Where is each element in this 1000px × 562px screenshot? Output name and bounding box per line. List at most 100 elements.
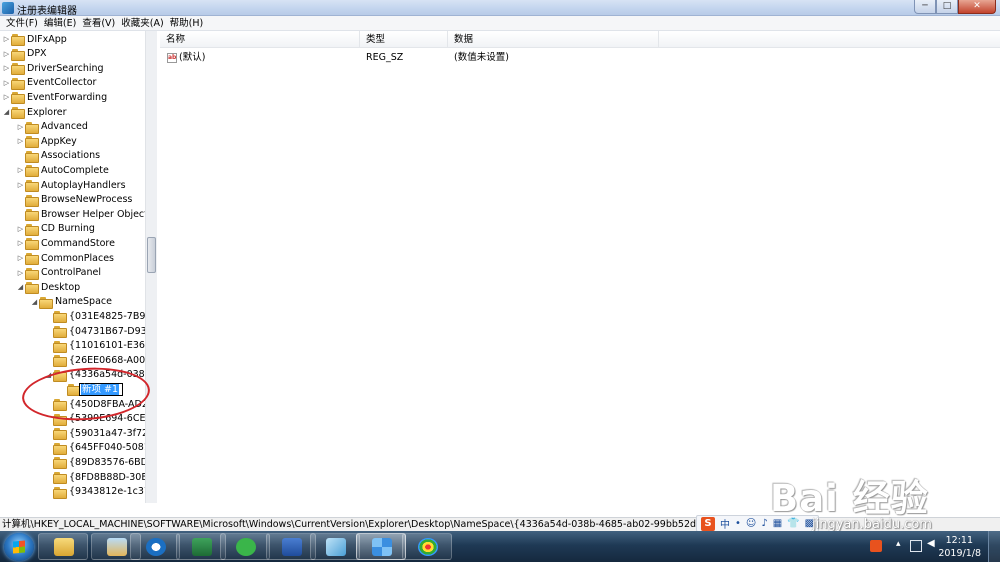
- system-tray: ▴ ◀ 12:11 2019/1/8: [855, 531, 1000, 562]
- ime-mode[interactable]: 中: [720, 516, 730, 531]
- ime-toolbar[interactable]: S 中 • ☺ ♪ ▦ 👕 ▩: [696, 515, 820, 532]
- expand-icon[interactable]: ▷: [16, 181, 25, 189]
- taskbar-app-excel[interactable]: [176, 533, 226, 560]
- show-desktop-button[interactable]: [988, 531, 1000, 562]
- clock-date[interactable]: 2019/1/8: [938, 548, 981, 559]
- taskbar-app-word[interactable]: [266, 533, 316, 560]
- tree-item-label: {4336a54d-038b-4: [69, 369, 157, 381]
- tree-item-label: Associations: [41, 150, 101, 162]
- sogou-logo-icon[interactable]: S: [701, 516, 715, 531]
- tree-item[interactable]: {04731B67-D933-4: [44, 324, 156, 338]
- tree-item[interactable]: ▷ DriverSearching: [2, 61, 104, 76]
- tree-item[interactable]: ▷ DIFxApp: [2, 32, 67, 46]
- expand-icon[interactable]: ▷: [16, 123, 25, 131]
- tree-item[interactable]: {031E4825-7B94-4: [44, 309, 156, 324]
- tree-item[interactable]: ▷ AppKey: [16, 134, 77, 149]
- tree-item[interactable]: ◢ {4336a54d-038b-4: [44, 368, 157, 382]
- volume-icon[interactable]: ◀: [927, 538, 939, 550]
- tree-item[interactable]: ▷ CD Burning: [16, 222, 95, 236]
- tree-item[interactable]: {8FD8B88D-30E1-: [44, 470, 156, 484]
- tree-item[interactable]: ◢ Explorer: [2, 105, 67, 119]
- tree-item[interactable]: BrowseNewProcess: [16, 193, 132, 207]
- network-icon[interactable]: [910, 540, 922, 552]
- expand-icon[interactable]: ▷: [16, 269, 25, 277]
- tree-item[interactable]: {59031a47-3f72-4: [44, 426, 156, 441]
- sogou-icon: [146, 538, 166, 556]
- tree-item[interactable]: ▷ ControlPanel: [16, 266, 101, 280]
- skin-icon[interactable]: 👕: [787, 518, 799, 529]
- tree-item[interactable]: ▷ EventForwarding: [2, 90, 107, 105]
- tree-item[interactable]: ▷ CommandStore: [16, 236, 115, 251]
- tree-item[interactable]: Associations: [16, 149, 100, 163]
- collapse-icon[interactable]: ◢: [30, 298, 39, 306]
- taskbar-app-folder[interactable]: [38, 533, 88, 560]
- mic-icon[interactable]: ♪: [761, 518, 767, 529]
- expand-icon[interactable]: ▷: [2, 50, 11, 58]
- taskbar-app-regedit[interactable]: [356, 533, 406, 560]
- tree-item-label: {89D83576-6BD1-: [69, 456, 157, 468]
- folder-icon: [39, 296, 53, 309]
- collapse-icon[interactable]: ◢: [2, 108, 11, 116]
- column-data[interactable]: 数据: [448, 31, 659, 48]
- emoji-icon[interactable]: ☺: [746, 518, 756, 529]
- tree-item[interactable]: {5399E694-6CE5-4: [44, 412, 156, 426]
- menu-edit[interactable]: 编辑(E): [41, 16, 79, 30]
- menu-file[interactable]: 文件(F): [3, 16, 41, 30]
- tree-item[interactable]: {89D83576-6BD1-: [44, 455, 157, 470]
- taskbar-app-sogou[interactable]: [130, 533, 180, 560]
- expand-icon[interactable]: ▷: [2, 93, 11, 101]
- rename-edit-box[interactable]: 新项 #1: [79, 383, 123, 396]
- expand-icon[interactable]: ▷: [16, 166, 25, 174]
- tree-item[interactable]: {11016101-E366-4: [44, 339, 156, 353]
- taskbar-app-wechat[interactable]: [220, 533, 270, 560]
- expand-icon[interactable]: ▷: [16, 137, 25, 145]
- column-type[interactable]: 类型: [360, 31, 448, 48]
- tree-item[interactable]: Browser Helper Objects: [16, 207, 153, 222]
- expand-icon[interactable]: ▷: [16, 239, 25, 247]
- tree-item[interactable]: {9343812e-1c37-4: [44, 485, 156, 499]
- clock-time[interactable]: 12:11: [946, 535, 973, 546]
- taskbar-app-paint[interactable]: [402, 533, 452, 560]
- expand-icon[interactable]: ▷: [2, 79, 11, 87]
- tree-scrollbar[interactable]: [145, 31, 157, 503]
- collapse-icon[interactable]: ◢: [16, 283, 25, 291]
- scrollbar-thumb[interactable]: [147, 237, 156, 273]
- sogou-tray-icon[interactable]: [870, 540, 882, 552]
- tree-item-label: Browser Helper Objects: [41, 208, 153, 220]
- tree-item[interactable]: ▷ CommonPlaces: [16, 251, 114, 265]
- menu-help[interactable]: 帮助(H): [167, 16, 207, 30]
- collapse-icon[interactable]: ◢: [44, 371, 53, 379]
- minimize-button[interactable]: ─: [914, 0, 936, 14]
- notepad-icon: [326, 538, 346, 556]
- tree-item[interactable]: ▷ AutoComplete: [16, 163, 109, 178]
- maximize-button[interactable]: □: [936, 0, 958, 14]
- tree-item[interactable]: ◢ NameSpace: [30, 295, 112, 309]
- punctuation-icon[interactable]: •: [735, 518, 741, 529]
- excel-icon: [192, 538, 212, 556]
- toolbox-icon[interactable]: ▩: [805, 518, 814, 529]
- expand-icon[interactable]: ▷: [2, 64, 11, 72]
- list-row[interactable]: ab (默认) REG_SZ (数值未设置): [160, 50, 509, 65]
- keyboard-icon[interactable]: ▦: [773, 518, 782, 529]
- expand-icon[interactable]: ▷: [16, 254, 25, 262]
- tree-item[interactable]: {450D8FBA-AD25-: [44, 397, 156, 411]
- registry-tree[interactable]: ▷ DIFxApp ▷ DPX ▷ DriverSearching ▷ EventCollec…: [0, 31, 157, 503]
- close-button[interactable]: ✕: [958, 0, 996, 14]
- menu-view[interactable]: 查看(V): [79, 16, 118, 30]
- tree-item[interactable]: {645FF040-5081-1: [44, 441, 156, 455]
- tree-item[interactable]: ◢ Desktop: [16, 280, 80, 295]
- tree-item[interactable]: ▷ EventCollector: [2, 76, 96, 90]
- tree-item[interactable]: ▷ DPX: [2, 47, 47, 61]
- tree-item[interactable]: ▷ AutoplayHandlers: [16, 178, 126, 192]
- start-button[interactable]: [4, 533, 34, 561]
- tree-item[interactable]: ▷ Advanced: [16, 120, 88, 134]
- menu-favorites[interactable]: 收藏夹(A): [118, 16, 166, 30]
- column-name[interactable]: 名称: [160, 31, 360, 48]
- tree-item[interactable]: {26EE0668-A00A-4: [44, 353, 156, 368]
- expand-icon[interactable]: ▷: [16, 225, 25, 233]
- expand-icon[interactable]: ▷: [2, 35, 11, 43]
- show-hidden-icons-icon[interactable]: ▴: [896, 539, 908, 551]
- taskbar-app-notepad[interactable]: [310, 533, 360, 560]
- values-list[interactable]: 名称 类型 数据 ab (默认) REG_SZ (数值未设置): [160, 31, 1000, 503]
- folder-icon: [25, 150, 39, 163]
